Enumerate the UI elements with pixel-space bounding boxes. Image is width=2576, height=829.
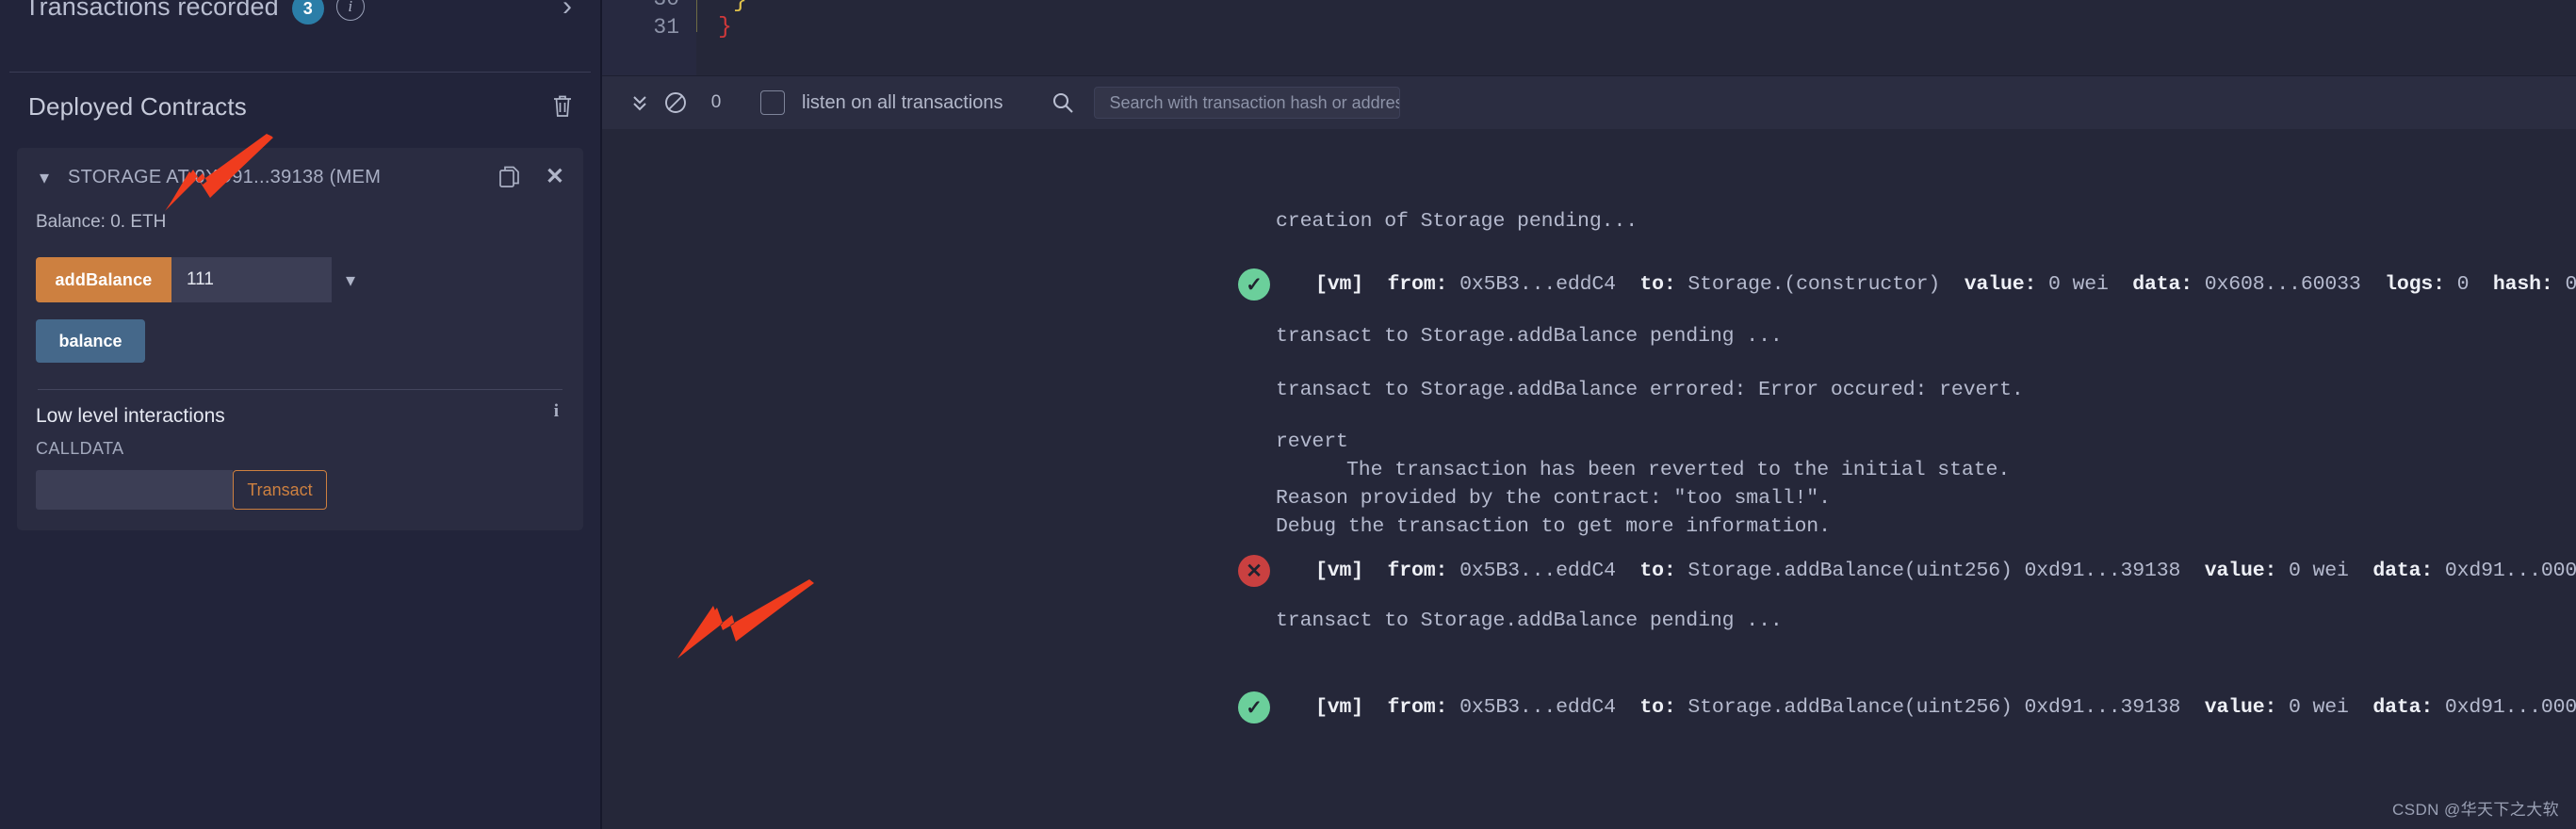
transactions-recorded-label: Transactions recorded xyxy=(24,0,279,21)
transactions-recorded-count: 3 xyxy=(291,0,324,24)
line-number: 30 xyxy=(653,0,679,11)
line-number: 31 xyxy=(653,15,679,40)
terminal-output[interactable]: creation of Storage pending... ✓ [vm] fr… xyxy=(602,129,2576,829)
value-amount: 0 wei xyxy=(2047,273,2109,296)
to-label: to: xyxy=(1639,560,1676,582)
watermark: CSDN @华天下之大软 xyxy=(2392,801,2559,819)
low-level-interactions-header: Low level interactions i xyxy=(17,390,583,428)
terminal-line: transact to Storage.addBalance errored: … xyxy=(1276,379,2024,401)
value-amount: 0 wei xyxy=(2289,560,2349,582)
copy-icon[interactable] xyxy=(498,164,523,190)
data-value: 0xd91...00001 xyxy=(2444,560,2576,582)
transact-button[interactable]: Transact xyxy=(233,470,327,510)
to-label: to: xyxy=(1639,273,1676,296)
hash-value: 0xf0c...319b1 xyxy=(2565,273,2576,296)
transaction-details: [vm] from: 0x5B3...eddC4 to: Storage.add… xyxy=(1315,560,2576,582)
terminal-line: The transaction has been reverted to the… xyxy=(1346,459,2011,481)
to-label: to: xyxy=(1639,696,1676,719)
data-label: data: xyxy=(2372,560,2434,582)
pending-transactions-count: 0 xyxy=(710,92,722,112)
calldata-row: Transact xyxy=(36,470,583,510)
low-level-interactions-title: Low level interactions xyxy=(36,405,225,427)
code-token: } xyxy=(718,13,733,41)
info-icon[interactable]: i xyxy=(554,401,559,422)
calldata-input[interactable] xyxy=(36,470,233,510)
vm-tag: [vm] xyxy=(1315,560,1364,582)
status-success-icon: ✓ xyxy=(1238,691,1270,723)
value-label: value: xyxy=(2204,696,2277,719)
addbalance-function-row: addBalance ▾ xyxy=(36,257,583,302)
data-value: 0xd91...0006f xyxy=(2444,696,2576,719)
info-circle-icon[interactable]: i xyxy=(335,0,365,21)
terminal-line: creation of Storage pending... xyxy=(1276,210,1639,233)
editor-indent-guide xyxy=(696,0,697,32)
udapp-panel: Transactions recorded 3 i › Deployed Con… xyxy=(0,0,602,829)
ban-icon[interactable] xyxy=(657,90,694,115)
status-success-icon: ✓ xyxy=(1238,268,1270,301)
vm-tag: [vm] xyxy=(1315,273,1364,296)
editor-and-terminal-panel: 30 31 } } 0 listen on all transactions xyxy=(602,0,2576,829)
code-editor-strip: 30 31 } } xyxy=(602,0,2576,75)
deployed-contract-card: ▾ STORAGE AT 0XD91...39138 (MEM ✕ Balanc… xyxy=(17,148,583,530)
listen-on-all-transactions-checkbox[interactable] xyxy=(760,90,785,115)
terminal-line: Reason provided by the contract: "too sm… xyxy=(1276,487,1831,510)
transaction-details: [vm] from: 0x5B3...eddC4 to: Storage.add… xyxy=(1315,696,2576,719)
contract-name-label: STORAGE AT 0XD91...39138 (MEM xyxy=(68,166,382,187)
vm-tag: [vm] xyxy=(1315,696,1364,719)
from-label: from: xyxy=(1387,273,1448,296)
balance-button[interactable]: balance xyxy=(36,319,145,363)
to-value: Storage.addBalance(uint256) 0xd91...3913… xyxy=(1687,560,2181,582)
addbalance-button[interactable]: addBalance xyxy=(36,257,171,302)
annotation-arrow-transaction xyxy=(677,579,814,658)
from-value: 0x5B3...eddC4 xyxy=(1459,273,1616,296)
from-label: from: xyxy=(1387,560,1448,582)
search-icon[interactable] xyxy=(1049,90,1077,115)
code-token: } xyxy=(733,0,748,14)
calldata-label: CALLDATA xyxy=(36,439,124,458)
terminal-line: transact to Storage.addBalance pending .… xyxy=(1276,325,1783,348)
chevron-down-icon[interactable]: ▾ xyxy=(32,166,57,189)
transaction-row[interactable]: ✕ [vm] from: 0x5B3...eddC4 to: Storage.a… xyxy=(1238,555,2576,587)
to-value: Storage.(constructor) xyxy=(1687,273,1941,296)
addbalance-input[interactable] xyxy=(171,257,332,302)
from-value: 0x5B3...eddC4 xyxy=(1459,696,1616,719)
remix-ide-window: Transactions recorded 3 i › Deployed Con… xyxy=(0,0,2576,829)
editor-gutter: 30 31 xyxy=(602,0,696,75)
trash-icon[interactable] xyxy=(551,93,574,120)
transaction-details: [vm] from: 0x5B3...eddC4 to: Storage.(co… xyxy=(1315,273,2576,296)
data-label: data: xyxy=(2132,273,2193,296)
terminal-line: transact to Storage.addBalance pending .… xyxy=(1276,610,1783,632)
from-value: 0x5B3...eddC4 xyxy=(1459,560,1616,582)
value-label: value: xyxy=(1964,273,2037,296)
terminal-line: Debug the transaction to get more inform… xyxy=(1276,515,1831,538)
addbalance-chevron-down-icon[interactable]: ▾ xyxy=(332,257,369,302)
listen-on-all-transactions-label: listen on all transactions xyxy=(802,91,1003,113)
transaction-row[interactable]: ✓ [vm] from: 0x5B3...eddC4 to: Storage.(… xyxy=(1238,268,2576,301)
transaction-row[interactable]: ✓ [vm] from: 0x5B3...eddC4 to: Storage.a… xyxy=(1238,691,2576,723)
logs-value: 0 xyxy=(2456,273,2470,296)
terminal-line: revert xyxy=(1276,431,1348,453)
contract-balance: Balance: 0. ETH xyxy=(36,212,167,232)
close-icon[interactable]: ✕ xyxy=(546,166,564,188)
chevrons-down-icon[interactable] xyxy=(623,92,657,113)
data-value: 0x608...60033 xyxy=(2204,273,2361,296)
status-error-icon: ✕ xyxy=(1238,555,1270,587)
chevron-right-icon[interactable]: › xyxy=(562,0,572,23)
logs-label: logs: xyxy=(2385,273,2445,296)
transaction-search-input[interactable] xyxy=(1094,87,1401,119)
deployed-contracts-header: Deployed Contracts xyxy=(0,73,600,140)
to-value: Storage.addBalance(uint256) 0xd91...3913… xyxy=(1687,696,2181,719)
transactions-recorded-bar[interactable]: Transactions recorded 3 i › xyxy=(0,0,600,72)
value-label: value: xyxy=(2204,560,2277,582)
value-amount: 0 wei xyxy=(2289,696,2349,719)
hash-label: hash: xyxy=(2492,273,2553,296)
contract-card-header[interactable]: ▾ STORAGE AT 0XD91...39138 (MEM ✕ xyxy=(17,148,583,206)
from-label: from: xyxy=(1387,696,1448,719)
deployed-contracts-title: Deployed Contracts xyxy=(28,91,247,121)
terminal-toolbar: 0 listen on all transactions xyxy=(602,75,2576,129)
data-label: data: xyxy=(2372,696,2434,719)
